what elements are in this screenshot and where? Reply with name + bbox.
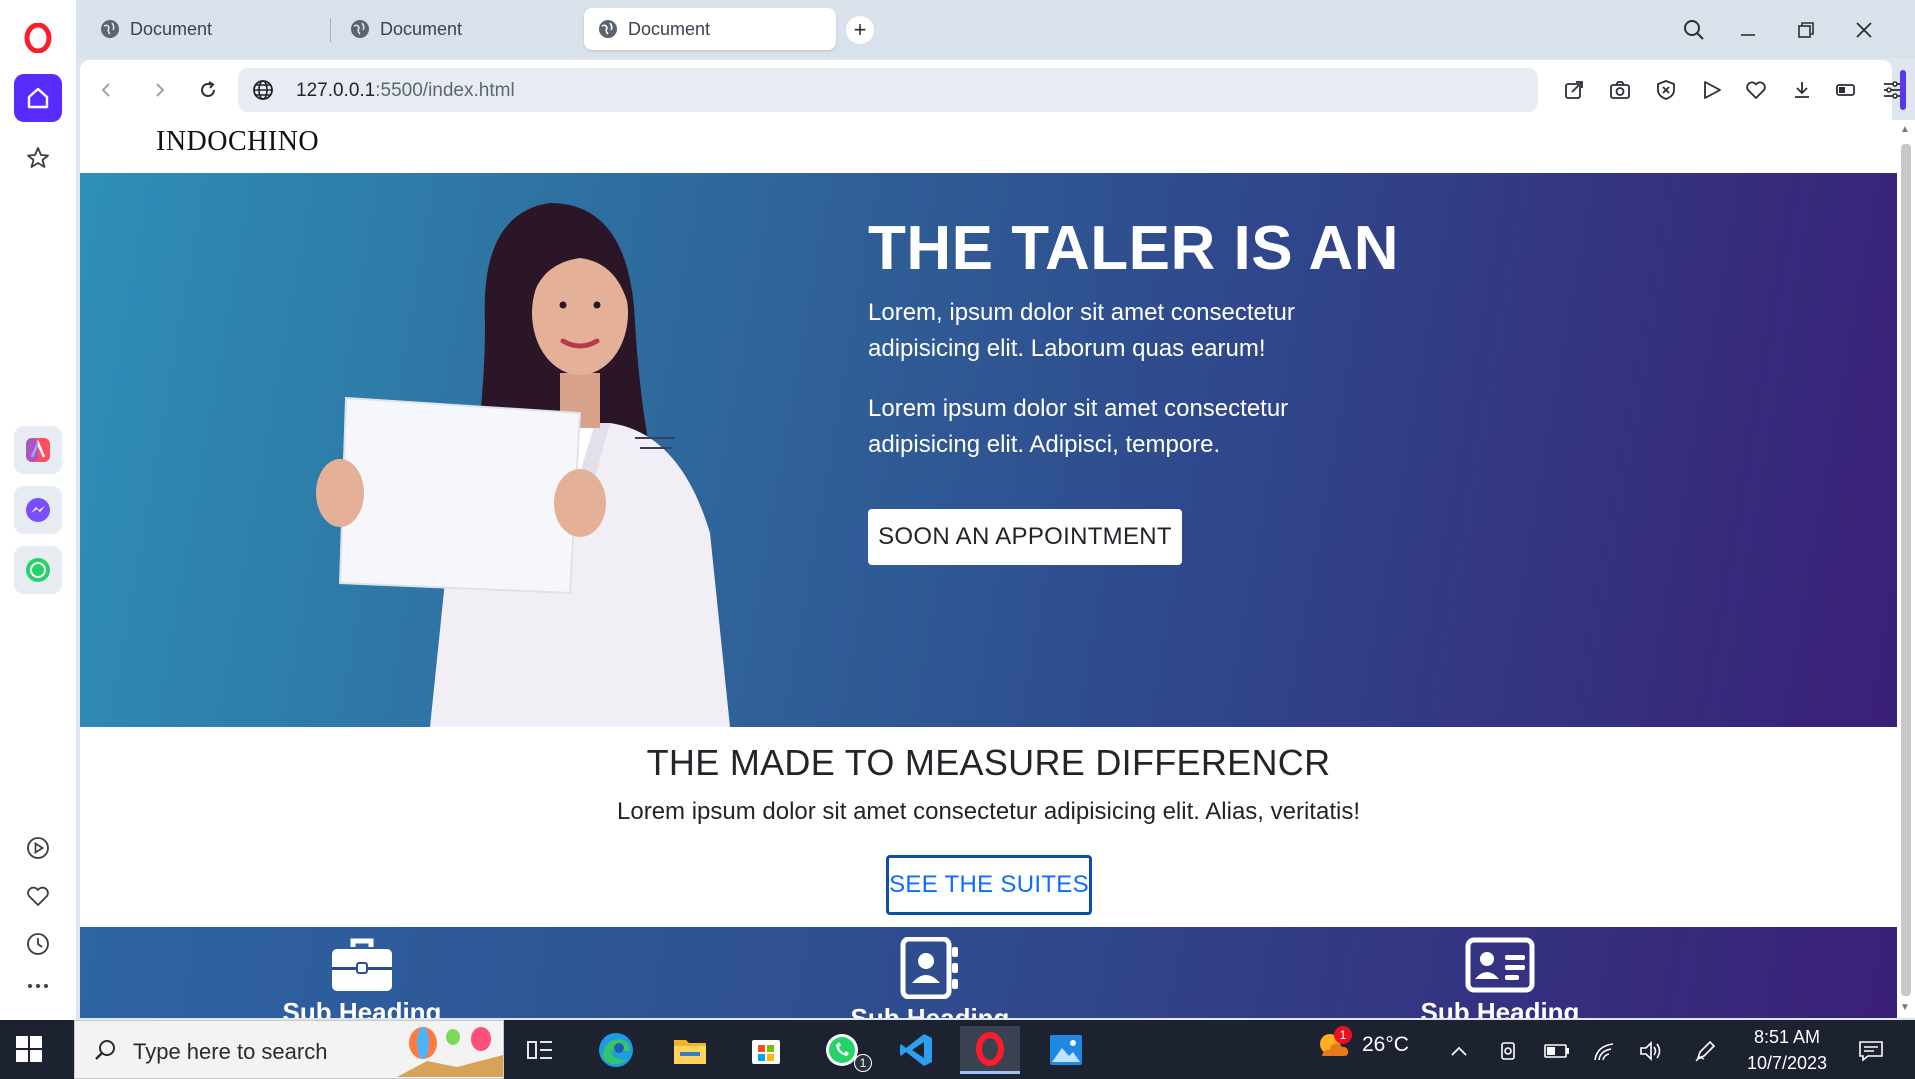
weather-widget[interactable]: 26°C [1316, 1030, 1409, 1060]
feature-label: Sub Heading [850, 1003, 1010, 1018]
see-the-suites-button[interactable]: SEE THE SUITES [886, 855, 1092, 915]
tab-document-1[interactable]: Document [86, 8, 326, 50]
tab-document-2[interactable]: Document [336, 8, 576, 50]
address-book-icon [900, 937, 958, 999]
features-section: Sub Heading Sub Heading Sub Heading [80, 927, 1897, 1018]
book-appointment-button[interactable]: SOON AN APPOINTMENT [868, 509, 1182, 565]
hero-paragraph-1: Lorem, ipsum dolor sit amet consectetur … [868, 299, 1295, 362]
url-path: :5500/index.html [375, 80, 515, 101]
restore-icon[interactable] [1788, 14, 1824, 46]
hero-title: THE TALER IS AN [868, 214, 1400, 283]
flow-send-icon[interactable] [1696, 74, 1728, 106]
feature-label: Sub Heading [1420, 997, 1580, 1018]
battery-icon[interactable] [1544, 1038, 1570, 1064]
forward-icon[interactable] [144, 74, 176, 106]
tab-title: Document [628, 18, 711, 39]
page-viewport: INDOCHINO THE TALER IS AN Lorem, ipsum d… [80, 120, 1897, 1018]
taskbar-search-box[interactable]: Type here to search [74, 1020, 504, 1079]
pen-menu-icon[interactable] [1692, 1038, 1718, 1064]
globe-icon [351, 20, 369, 38]
hero-paragraph-2: Lorem ipsum dolor sit amet consectetur a… [868, 395, 1289, 458]
clock-date: 10/7/2023 [1746, 1053, 1828, 1073]
tab-document-3-active[interactable]: Document [584, 8, 836, 50]
scroll-down-arrow-icon[interactable]: ▼ [1900, 1002, 1910, 1013]
new-tab-button[interactable]: + [846, 16, 874, 44]
opera-sidebar [0, 0, 76, 1020]
speed-dial-star-icon[interactable] [14, 134, 62, 182]
weather-notification-badge: 1 [1334, 1026, 1352, 1044]
hero-woman-holding-paper-image [316, 203, 730, 727]
clock-time: 8:51 AM [1753, 1027, 1821, 1047]
messenger-icon[interactable] [14, 486, 62, 534]
feature-item: Sub Heading [830, 937, 1030, 1018]
minimize-icon[interactable] [1730, 14, 1766, 46]
taskbar-clock[interactable]: 8:51 AM 10/7/2023 [1732, 1024, 1842, 1076]
windows-taskbar: Type here to search 1 26°C 1 8:51 AM 10/… [0, 1020, 1915, 1079]
feature-item: Sub Heading [1400, 937, 1600, 1018]
vscode-icon[interactable] [886, 1026, 946, 1074]
tab-divider [330, 18, 331, 42]
id-card-icon [1465, 937, 1535, 993]
hero-section: THE TALER IS AN Lorem, ipsum dolor sit a… [80, 173, 1897, 727]
page-scrollbar[interactable]: ▲ ▼ [1897, 120, 1915, 1018]
edge-browser-icon[interactable] [586, 1026, 646, 1074]
reload-icon[interactable] [192, 74, 224, 106]
navigation-bar: 127.0.0.1:5500/index.html [80, 60, 1900, 120]
section-text: Lorem ipsum dolor sit amet consectetur a… [617, 798, 1360, 825]
briefcase-icon [332, 938, 392, 991]
wifi-icon[interactable] [1592, 1038, 1618, 1064]
history-icon[interactable] [14, 920, 62, 968]
brand-logo[interactable]: INDOCHINO [156, 126, 319, 158]
file-explorer-icon[interactable] [660, 1026, 720, 1074]
url-text[interactable]: 127.0.0.1:5500/index.html [296, 80, 515, 102]
photos-icon[interactable] [1036, 1026, 1096, 1074]
back-icon[interactable] [90, 74, 122, 106]
feature-item: Sub Heading [262, 937, 462, 1018]
tab-search-icon[interactable] [1676, 14, 1712, 46]
tab-title: Document [380, 18, 463, 39]
download-icon[interactable] [1786, 74, 1818, 106]
battery-saver-icon[interactable] [1830, 74, 1862, 106]
whatsapp-notification-badge: 1 [854, 1054, 872, 1072]
section-title: THE MADE TO MEASURE DIFFERENCR [646, 742, 1331, 783]
volume-icon[interactable] [1638, 1038, 1664, 1064]
microsoft-store-icon[interactable] [736, 1026, 796, 1074]
scroll-up-arrow-icon[interactable]: ▲ [1900, 124, 1910, 135]
home-button[interactable] [14, 74, 62, 122]
share-icon[interactable] [1558, 74, 1590, 106]
player-icon[interactable] [14, 824, 62, 872]
weather-temperature: 26°C [1362, 1033, 1409, 1056]
pinboard-heart-icon[interactable] [14, 872, 62, 920]
search-placeholder: Type here to search [133, 1039, 328, 1064]
opera-taskbar-icon[interactable] [960, 1026, 1020, 1074]
sidebar-accent-indicator [1900, 70, 1906, 110]
site-info-globe-icon[interactable] [252, 79, 274, 101]
close-window-icon[interactable] [1846, 14, 1882, 46]
search-highlight-balloons-icon [397, 1027, 503, 1077]
snapshot-camera-icon[interactable] [1604, 74, 1636, 106]
scroll-thumb[interactable] [1901, 144, 1911, 996]
more-options-icon[interactable] [14, 962, 62, 1010]
bookmark-heart-icon[interactable] [1740, 74, 1772, 106]
url-host: 127.0.0.1 [296, 80, 376, 101]
opera-logo-icon[interactable] [14, 14, 62, 62]
tab-strip: Document Document Document + [76, 0, 1915, 58]
windows-start-icon[interactable] [16, 1036, 42, 1062]
task-view-icon[interactable] [510, 1026, 570, 1074]
adblocker-shield-icon[interactable] [1650, 74, 1682, 106]
globe-icon [599, 20, 617, 38]
whatsapp-taskbar-icon[interactable]: 1 [812, 1026, 872, 1074]
search-icon [95, 1040, 115, 1060]
aria-ai-icon[interactable] [14, 426, 62, 474]
tab-title: Document [130, 18, 213, 39]
globe-icon [101, 20, 119, 38]
feature-label: Sub Heading [282, 997, 442, 1018]
show-hidden-icons-chevron-icon[interactable] [1446, 1038, 1472, 1064]
whatsapp-sidebar-icon[interactable] [14, 546, 62, 594]
meet-now-icon[interactable] [1496, 1038, 1522, 1064]
notifications-icon[interactable] [1858, 1038, 1884, 1064]
address-bar[interactable]: 127.0.0.1:5500/index.html [238, 68, 1538, 112]
